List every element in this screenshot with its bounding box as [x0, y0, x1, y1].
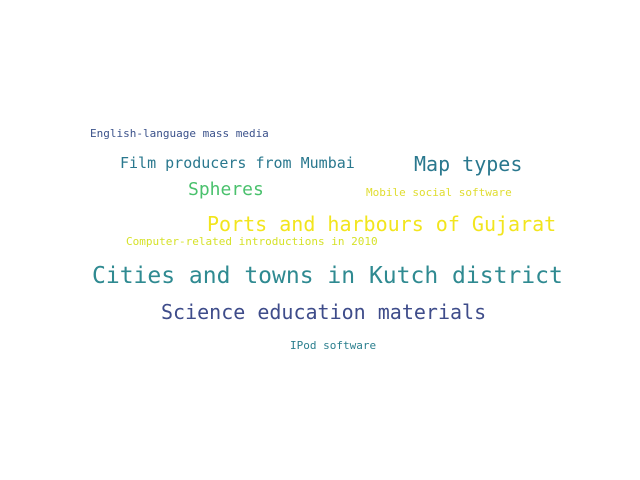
word-ports-and-harbours-of-gujarat: Ports and harbours of Gujarat [207, 212, 557, 236]
word-cities-and-towns-in-kutch-district: Cities and towns in Kutch district [92, 263, 563, 289]
word-mobile-social-software: Mobile social software [366, 186, 512, 199]
word-cloud: English-language mass media Film produce… [0, 0, 640, 480]
word-ipod-software: IPod software [290, 339, 377, 352]
word-map-types: Map types [414, 152, 523, 176]
word-english-language-mass-media: English-language mass media [90, 127, 269, 140]
word-spheres: Spheres [188, 179, 264, 200]
word-film-producers-from-mumbai: Film producers from Mumbai [120, 154, 355, 172]
word-science-education-materials: Science education materials [161, 300, 487, 324]
word-computer-related-introductions-in-2010: Computer-related introductions in 2010 [126, 235, 378, 248]
